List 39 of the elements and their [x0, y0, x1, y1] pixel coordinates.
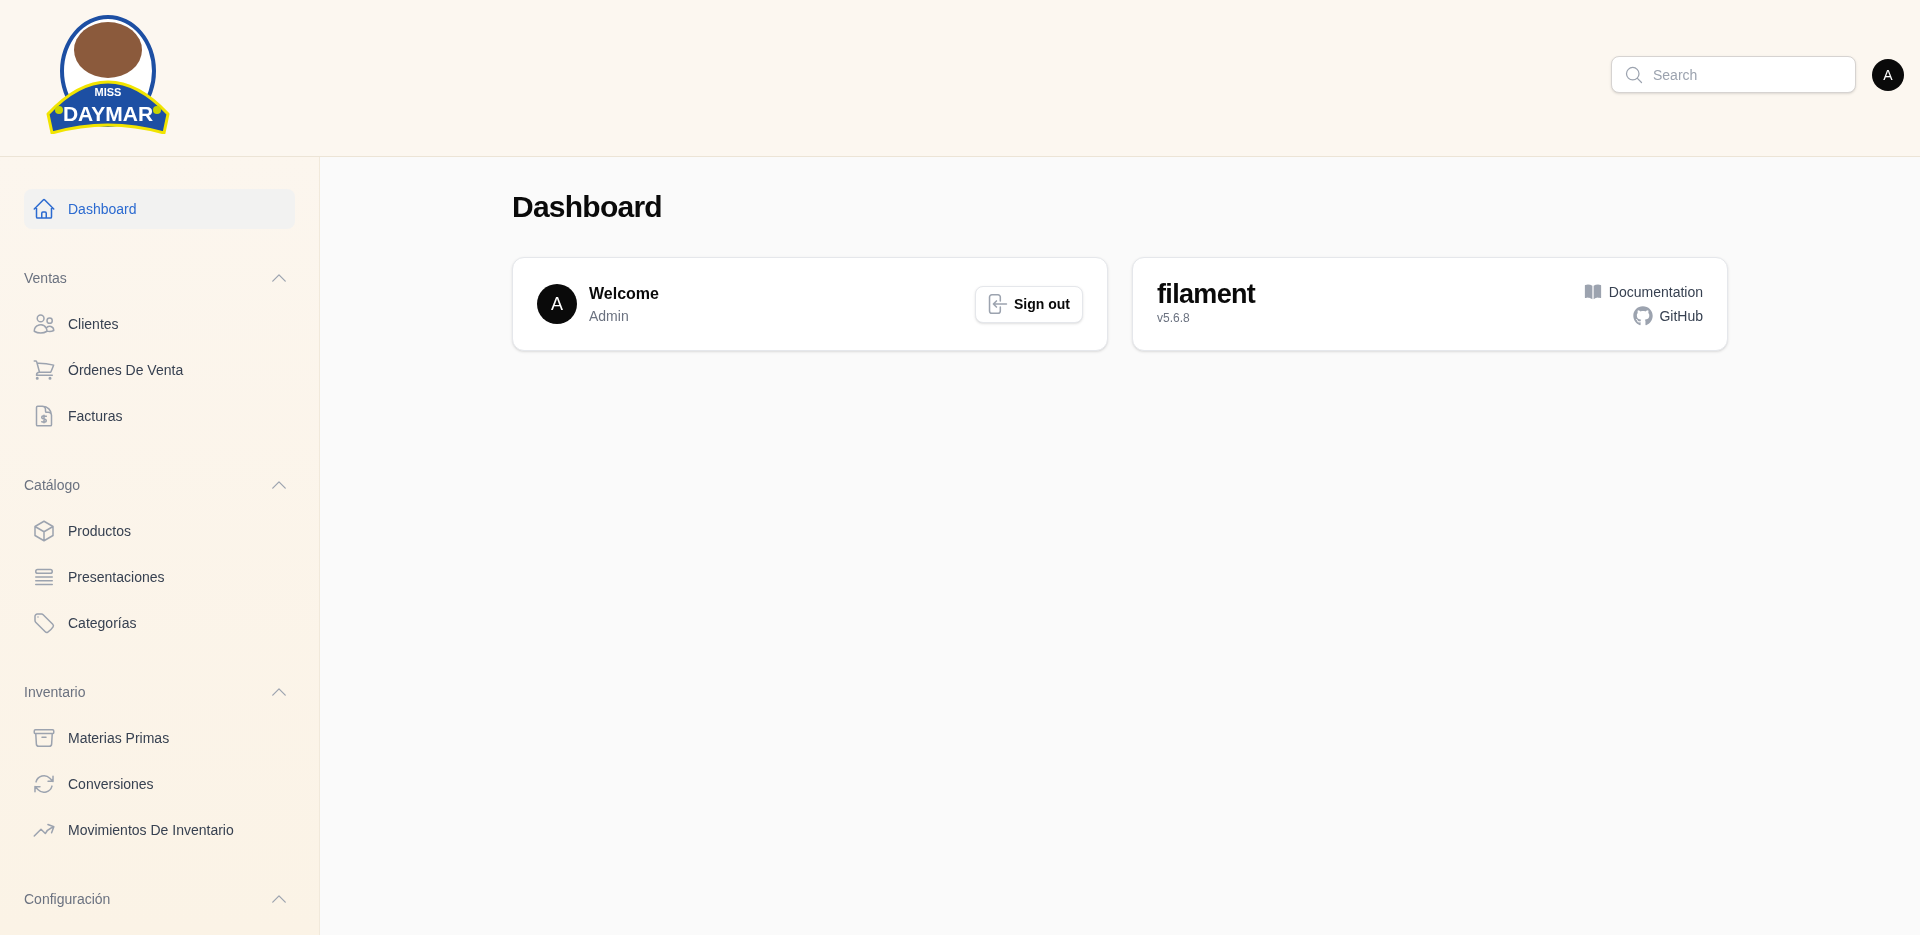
tag-icon	[32, 611, 56, 635]
cube-icon	[32, 519, 56, 543]
nav-group-header[interactable]: Inventario	[24, 680, 295, 704]
sidebar-item[interactable]: Clientes	[24, 304, 295, 344]
archive-box-icon	[32, 726, 56, 750]
user-name: Admin	[589, 307, 630, 326]
sidebar-item[interactable]: Órdenes De Venta	[24, 350, 295, 390]
sidebar-item[interactable]: Materias Primas	[24, 718, 295, 758]
search-field[interactable]: Search	[1611, 56, 1856, 93]
brand-logo[interactable]: filament	[1157, 282, 1256, 306]
logo-text: MISS	[94, 86, 122, 98]
octocat-icon	[1633, 306, 1654, 326]
user-avatar[interactable]: A	[1872, 58, 1904, 91]
nav-group-header[interactable]: Catálogo	[24, 473, 295, 497]
photo-placeholder	[74, 22, 142, 78]
nav-group-header[interactable]: Ventas	[24, 266, 295, 290]
page-title: Dashboard	[512, 189, 663, 225]
version-label: v5.6.8	[1157, 310, 1191, 326]
book-icon	[1582, 282, 1603, 302]
logo-text: DAYMAR	[62, 103, 154, 125]
sidebar-item[interactable]: Productos	[24, 511, 295, 551]
user-avatar: A	[537, 284, 577, 324]
sign-out-icon	[988, 294, 1008, 314]
repo-link[interactable]: GitHub	[1633, 306, 1703, 326]
welcome-heading: Welcome	[589, 284, 659, 304]
cart-icon	[32, 358, 56, 382]
circular-arrows-icon	[32, 772, 56, 796]
people-icon	[32, 312, 56, 336]
search-icon	[1624, 65, 1644, 85]
nav-group-header[interactable]: Configuración	[24, 887, 295, 911]
sidebar-item[interactable]: Categorías	[24, 603, 295, 643]
sidebar-item[interactable]: Facturas	[24, 396, 295, 436]
sidebar-item[interactable]: Movimientos De Inventario	[24, 810, 295, 850]
house-icon	[32, 197, 56, 221]
sidebar-item[interactable]: Presentaciones	[24, 557, 295, 597]
docs-link[interactable]: Documentation	[1582, 282, 1703, 302]
sign-out-button[interactable]: Sign out	[975, 285, 1083, 323]
sidebar-item[interactable]: Dashboard	[24, 189, 295, 229]
sidebar-item[interactable]: Conversiones	[24, 764, 295, 804]
